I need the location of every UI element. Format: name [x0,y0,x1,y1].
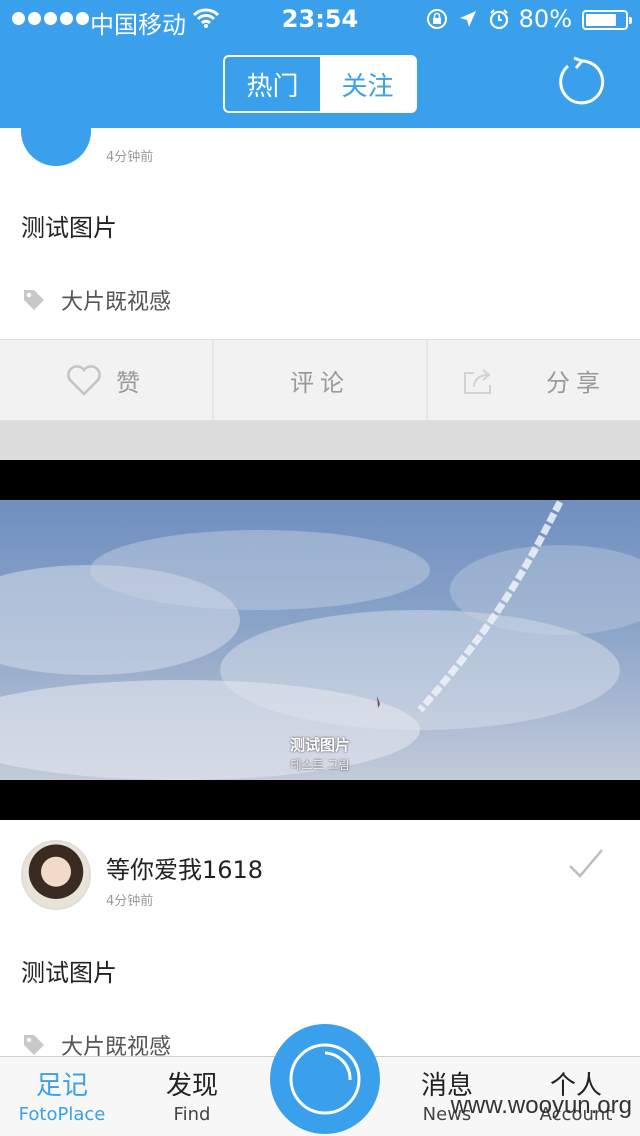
status-bar: 中国移动 23:54 80% [0,0,640,40]
post-card: 等你爱我1618 4分钟前 测试图片 大片既视感 [0,820,640,1060]
post-time: 4分钟前 [106,150,154,165]
share-label: 分享 [546,368,606,397]
post-tag[interactable]: 大片既视感 [21,284,171,316]
photo-caption-subtitle: 테스트 그림 [290,758,350,772]
tab-find[interactable]: 发现 Find [132,1065,252,1125]
heart-icon [67,365,101,396]
post-text: 测试图片 [21,959,117,987]
feed-segmented-control: 热门 关注 [223,55,417,113]
tab-fotoplace[interactable]: 足记 FotoPlace [2,1065,122,1125]
tab-label: 发现 [165,1071,218,1101]
refresh-icon[interactable] [554,56,606,108]
location-arrow-icon [460,11,476,27]
tag-icon [24,1035,44,1055]
tab-following[interactable]: 关注 [320,57,415,111]
section-divider [0,421,640,460]
alarm-icon [489,9,509,30]
like-button[interactable]: 赞 [0,340,214,420]
top-bar: 中国移动 23:54 80% 热门 关注 [0,0,640,128]
comment-label: 评论 [290,368,350,397]
tab-hot[interactable]: 热门 [225,57,320,111]
post-photo-frame: 测试图片 테스트 그림 [0,460,640,820]
camera-shutter-icon [289,1043,361,1115]
rotation-lock-icon [427,9,447,29]
comment-button[interactable]: 评论 [214,340,428,420]
post-text: 测试图片 [21,214,117,242]
tag-label: 大片既视感 [61,290,172,315]
post-username[interactable]: 等你爱我1618 [106,850,263,885]
check-icon[interactable] [568,848,604,880]
photo-caption: 测试图片 [289,736,350,754]
share-icon [464,369,491,394]
battery-fill [586,14,616,26]
status-icons [426,8,510,30]
share-button[interactable]: 分享 [428,340,640,420]
battery-icon [582,10,632,30]
avatar[interactable] [21,840,91,910]
like-label: 赞 [116,368,146,397]
tag-icon [24,290,44,310]
tab-label: 足记 [35,1071,88,1101]
post-photo[interactable]: 测试图片 테스트 그림 [0,500,640,780]
tab-sublabel: Find [173,1104,211,1125]
camera-button[interactable] [270,1024,380,1134]
watermark-text: www.wooyun.org [450,1092,632,1119]
tab-sublabel: FotoPlace [18,1104,106,1125]
post-action-bar: 赞 评论 分享 [0,339,640,421]
post-time: 4分钟前 [106,894,154,909]
battery-percent: 80% [518,5,572,33]
